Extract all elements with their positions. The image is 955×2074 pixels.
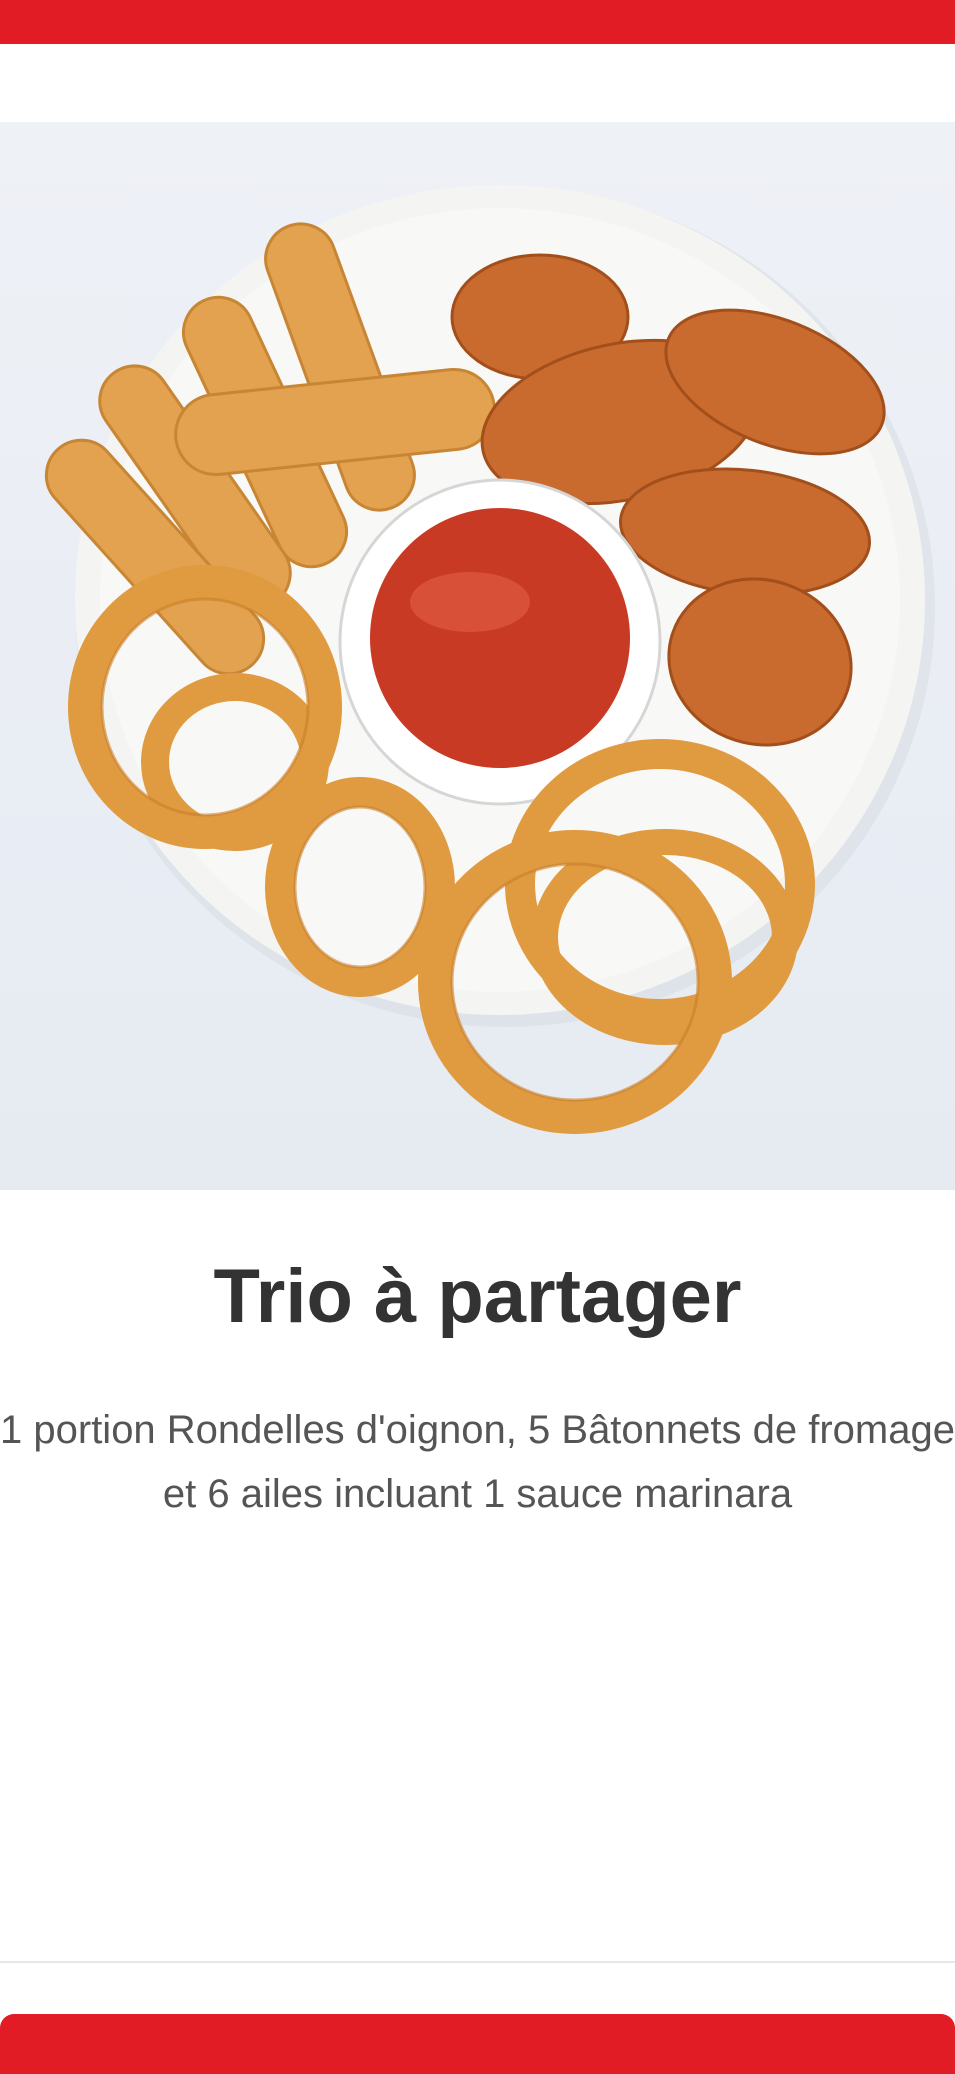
top-bar [0,0,955,44]
food-photo-icon [44,185,935,1134]
product-image [0,122,955,1190]
product-description-line-2: et 6 ailes incluant 1 sauce marinara [162,1472,793,1516]
add-to-order-button[interactable] [0,2014,955,2074]
product-description-line-1: 1 portion Rondelles d'oignon, 5 Bâtonnet… [0,1408,955,1452]
divider [0,1961,955,1963]
product-description: 1 portion Rondelles d'oignon, 5 Bâtonnet… [0,1398,955,1526]
product-title: Trio à partager [213,1254,742,1339]
